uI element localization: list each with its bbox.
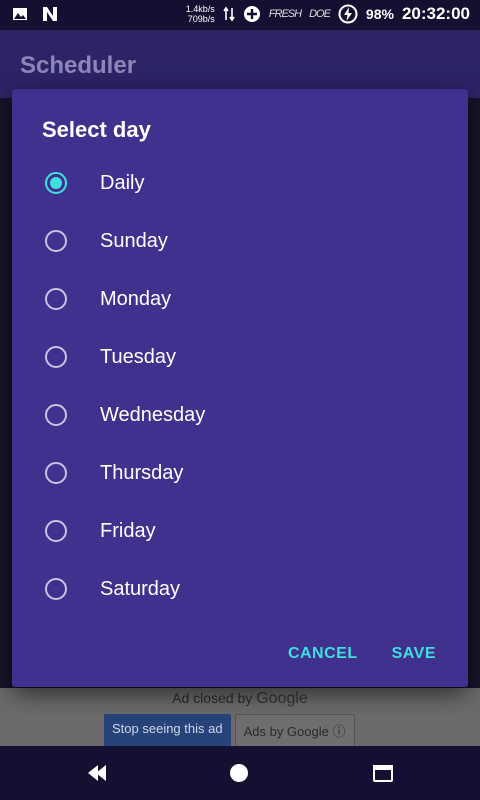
info-icon: ⓘ xyxy=(332,724,346,739)
doe-scribble: DOE xyxy=(309,8,331,20)
ad-closed-text: Ad closed by Google xyxy=(0,690,480,708)
option-label: Wednesday xyxy=(100,404,206,426)
fresh-scribble: FRESH xyxy=(268,8,302,20)
option-daily[interactable]: Daily xyxy=(12,155,468,213)
status-left-icons xyxy=(12,6,58,22)
radio-button[interactable] xyxy=(45,520,67,542)
google-wordmark: Google xyxy=(256,690,308,707)
plus-circle-icon xyxy=(243,6,260,22)
ads-by-google-button[interactable]: Ads by Google ⓘ xyxy=(234,714,355,747)
clock: 20:32:00 xyxy=(401,4,470,23)
home-icon[interactable] xyxy=(230,764,248,782)
save-button[interactable]: SAVE xyxy=(392,645,436,663)
net-down: 709b/s xyxy=(187,14,215,24)
radio-button[interactable] xyxy=(45,346,67,368)
option-label: Tuesday xyxy=(100,346,176,368)
cancel-button[interactable]: CANCEL xyxy=(288,645,358,663)
option-label: Thursday xyxy=(100,462,184,484)
radio-button[interactable] xyxy=(45,230,67,252)
option-label: Friday xyxy=(100,520,156,542)
ads-by-google-label: Ads by Google xyxy=(243,724,329,739)
status-right-icons: 1.4kb/s 709b/s FRESH DOE 98% 20:32:00 xyxy=(186,4,470,24)
navigation-bar xyxy=(0,746,480,800)
option-label: Monday xyxy=(100,288,172,310)
app-bar: Scheduler xyxy=(0,30,480,98)
recents-icon[interactable] xyxy=(373,765,393,782)
dialog-title: Select day xyxy=(42,117,151,142)
net-up: 1.4kb/s xyxy=(185,4,215,14)
option-thursday[interactable]: Thursday xyxy=(12,445,468,503)
select-day-dialog: Select day Daily Sunday Monday Tuesday W… xyxy=(12,89,468,687)
option-label: Sunday xyxy=(100,230,168,252)
radio-button[interactable] xyxy=(45,578,67,600)
option-monday[interactable]: Monday xyxy=(12,271,468,329)
option-label: Daily xyxy=(100,172,145,194)
ad-buttons: Stop seeing this ad Ads by Google ⓘ xyxy=(104,714,355,747)
option-tuesday[interactable]: Tuesday xyxy=(12,329,468,387)
image-icon xyxy=(13,8,27,20)
app-title: Scheduler xyxy=(20,52,137,79)
option-label: Saturday xyxy=(100,578,181,600)
stop-seeing-ad-button[interactable]: Stop seeing this ad xyxy=(104,714,231,747)
ad-banner: Ad closed by Google Stop seeing this ad … xyxy=(0,688,480,747)
option-friday[interactable]: Friday xyxy=(12,503,468,561)
option-sunday[interactable]: Sunday xyxy=(12,213,468,271)
option-wednesday[interactable]: Wednesday xyxy=(12,387,468,445)
status-bar: 1.4kb/s 709b/s FRESH DOE 98% 20:32:00 xyxy=(0,0,480,30)
dialog-actions: CANCEL SAVE xyxy=(288,645,436,663)
back-icon[interactable] xyxy=(86,764,108,782)
day-options-list: Daily Sunday Monday Tuesday Wednesday Th… xyxy=(12,155,468,619)
ad-closed-label: Ad closed by xyxy=(172,690,253,706)
radio-button[interactable] xyxy=(45,404,67,426)
network-speed: 1.4kb/s 709b/s xyxy=(186,4,215,24)
data-transfer-icon xyxy=(223,6,235,22)
n-logo-icon xyxy=(43,7,57,21)
option-saturday[interactable]: Saturday xyxy=(12,561,468,619)
radio-button[interactable] xyxy=(45,172,67,194)
radio-button[interactable] xyxy=(45,288,67,310)
battery-saver-icon xyxy=(338,4,358,24)
battery-percent: 98% xyxy=(365,6,394,22)
radio-button[interactable] xyxy=(45,462,67,484)
